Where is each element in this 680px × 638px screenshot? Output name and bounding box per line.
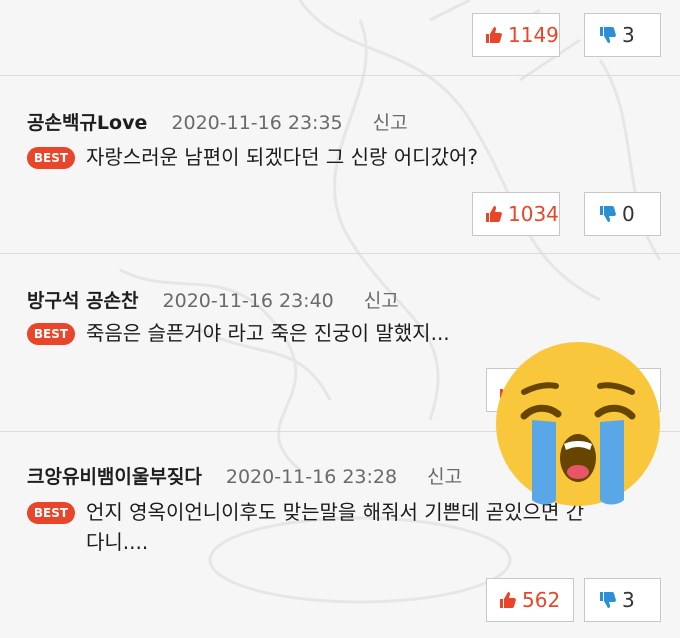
divider bbox=[0, 253, 680, 254]
dislike-button[interactable]: 0 bbox=[584, 192, 661, 236]
timestamp: 2020-11-16 23:28 bbox=[225, 466, 398, 488]
comment-meta: 방구석 공손찬 2020-11-16 23:40 신고 bbox=[27, 286, 399, 313]
thumbs-down-icon bbox=[600, 206, 616, 222]
comment-meta: 공손백규Love 2020-11-16 23:35 신고 bbox=[27, 108, 408, 135]
thumbs-down-icon bbox=[600, 592, 616, 608]
thumbs-up-icon bbox=[486, 206, 502, 222]
like-count: 1034 bbox=[508, 202, 559, 226]
like-button[interactable]: 562 bbox=[486, 578, 574, 622]
thumbs-up-icon bbox=[486, 27, 502, 43]
best-badge: BEST bbox=[27, 147, 75, 169]
comment-list: 1149 3 공손백규Love 2020-11-16 23:35 신고 BEST… bbox=[0, 0, 680, 638]
timestamp: 2020-11-16 23:35 bbox=[171, 112, 343, 134]
dislike-button[interactable]: 3 bbox=[584, 13, 661, 57]
comment-meta: 크앙유비뱀이울부짖다 2020-11-16 23:28 신고 bbox=[27, 462, 462, 489]
dislike-count: 3 bbox=[622, 588, 635, 612]
best-badge: BEST bbox=[27, 502, 75, 524]
like-button[interactable]: 1034 bbox=[472, 192, 560, 236]
dislike-button[interactable]: 3 bbox=[584, 578, 661, 622]
report-link[interactable]: 신고 bbox=[427, 466, 462, 488]
dislike-count: 0 bbox=[622, 202, 635, 226]
username[interactable]: 공손백규Love bbox=[27, 112, 147, 134]
report-link[interactable]: 신고 bbox=[373, 112, 408, 134]
comment-text: 자랑스러운 남편이 되겠다던 그 신랑 어디갔어? bbox=[86, 145, 479, 169]
loudly-crying-face-icon bbox=[496, 342, 660, 506]
report-link[interactable]: 신고 bbox=[364, 290, 399, 312]
like-count: 1149 bbox=[508, 23, 559, 47]
divider bbox=[0, 75, 680, 76]
best-badge: BEST bbox=[27, 323, 75, 345]
dislike-count: 3 bbox=[622, 23, 635, 47]
thumbs-up-icon bbox=[500, 592, 516, 608]
username[interactable]: 크앙유비뱀이울부짖다 bbox=[27, 466, 202, 488]
timestamp: 2020-11-16 23:40 bbox=[162, 290, 334, 312]
like-count: 562 bbox=[522, 588, 561, 612]
username[interactable]: 방구석 공손찬 bbox=[27, 290, 139, 312]
thumbs-down-icon bbox=[600, 27, 616, 43]
like-button[interactable]: 1149 bbox=[472, 13, 560, 57]
